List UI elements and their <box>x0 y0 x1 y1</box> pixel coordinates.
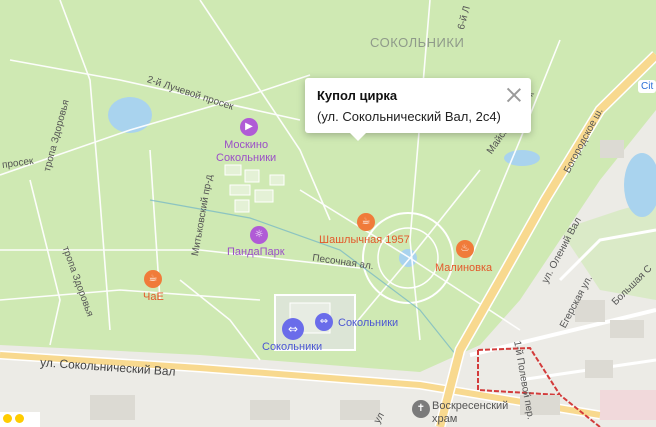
city-badge[interactable]: Cit <box>638 80 656 93</box>
restaurant-icon[interactable]: ♨ <box>456 240 474 258</box>
popup-title: Купол цирка <box>317 88 398 103</box>
close-icon[interactable] <box>505 86 523 104</box>
poi-sokolniki-sport[interactable]: Сокольники <box>338 317 398 329</box>
popup-address: (ул. Сокольнический Вал, 2с4) <box>317 109 501 124</box>
poi-voskresensky[interactable]: Воскресенский храм <box>432 400 508 426</box>
logo-dot-icon <box>3 414 12 423</box>
district-label: СОКОЛЬНИКИ <box>370 35 465 50</box>
church-icon[interactable]: ✝ <box>412 400 430 418</box>
poi-shashlychnaya[interactable]: Шашлычная 1957 <box>319 234 410 246</box>
popup-tail <box>350 133 366 141</box>
map-logo <box>0 412 40 427</box>
map-view[interactable]: СОКОЛЬНИКИ 2-й Лучевой просек просек тро… <box>0 0 656 427</box>
poi-chae[interactable]: ЧаЕ <box>143 291 164 303</box>
poi-sokolniki-stadium[interactable]: Сокольники <box>262 341 322 353</box>
pond-left <box>108 97 152 133</box>
cafe-icon[interactable]: ☕ <box>357 213 375 231</box>
logo-dot-icon-2 <box>15 414 24 423</box>
cinema-icon[interactable]: ▶ <box>240 118 258 136</box>
amusement-park-icon[interactable]: ☼ <box>250 226 268 244</box>
sport-icon[interactable]: ⇔ <box>315 313 333 331</box>
poi-moskino[interactable]: Москино Сокольники <box>216 139 276 165</box>
stadium-icon[interactable]: ⇔ <box>282 318 304 340</box>
object-popup: Купол цирка (ул. Сокольнический Вал, 2с4… <box>305 78 531 141</box>
poi-pandapark[interactable]: ПандаПарк <box>227 246 285 258</box>
cafe-icon-chae[interactable]: ☕ <box>144 270 162 288</box>
poi-malinovka[interactable]: Малиновка <box>435 262 492 274</box>
